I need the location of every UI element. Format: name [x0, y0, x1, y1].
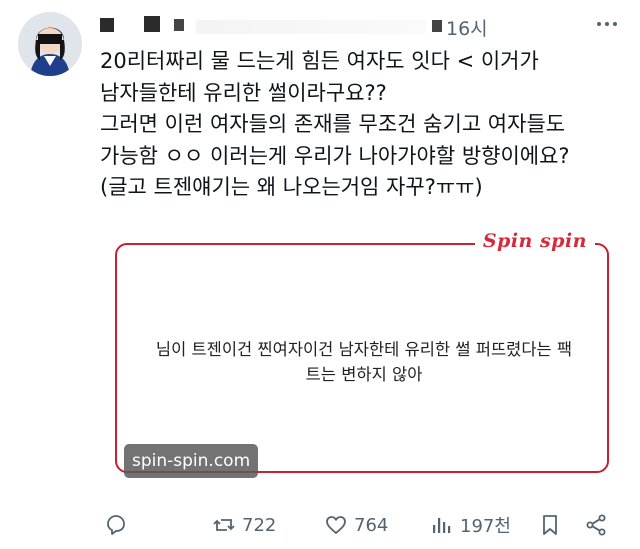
- avatar[interactable]: [18, 12, 82, 76]
- share-button[interactable]: [584, 508, 608, 542]
- bookmark-button[interactable]: [538, 508, 562, 542]
- redacted-handle: [196, 20, 426, 34]
- quote-card[interactable]: Spin spin 님이 트젠이건 찐여자이건 남자한테 유리한 썰 퍼뜨렸다는…: [115, 230, 609, 473]
- share-icon: [586, 514, 606, 536]
- post-header: 16시: [100, 14, 622, 40]
- post-text: 20리터짜리 물 드는게 힘든 여자도 잇다 < 이거가 남자들한테 유리한 썰…: [100, 49, 570, 199]
- like-button[interactable]: 764: [324, 508, 388, 542]
- bookmark-icon: [543, 515, 557, 535]
- views-icon: [433, 518, 451, 533]
- redacted-name-block: [144, 16, 160, 32]
- views-count: 197천: [460, 516, 511, 537]
- retweet-button[interactable]: 722: [212, 508, 276, 542]
- card-quote-text: 님이 트젠이건 찐여자이건 남자한테 유리한 썰 퍼뜨렸다는 팩 트는 변하지 …: [155, 340, 573, 384]
- reply-button[interactable]: [104, 508, 128, 542]
- retweet-count: 722: [242, 514, 277, 536]
- post-timestamp[interactable]: 16시: [446, 14, 488, 41]
- like-count: 764: [354, 514, 389, 536]
- reply-icon: [107, 515, 125, 535]
- like-icon: [326, 516, 346, 534]
- avatar-illustration: [18, 12, 82, 76]
- redacted-name-block: [100, 18, 114, 32]
- retweet-icon: [213, 519, 235, 531]
- more-icon[interactable]: [592, 14, 622, 38]
- card-source-label[interactable]: spin-spin.com: [124, 444, 259, 478]
- redacted-name-block: [174, 19, 184, 31]
- card-logo: Spin spin: [474, 230, 595, 252]
- views-button[interactable]: 197천: [430, 508, 511, 542]
- action-bar: 722 764 197천: [100, 508, 622, 542]
- redacted-dot: [432, 20, 442, 32]
